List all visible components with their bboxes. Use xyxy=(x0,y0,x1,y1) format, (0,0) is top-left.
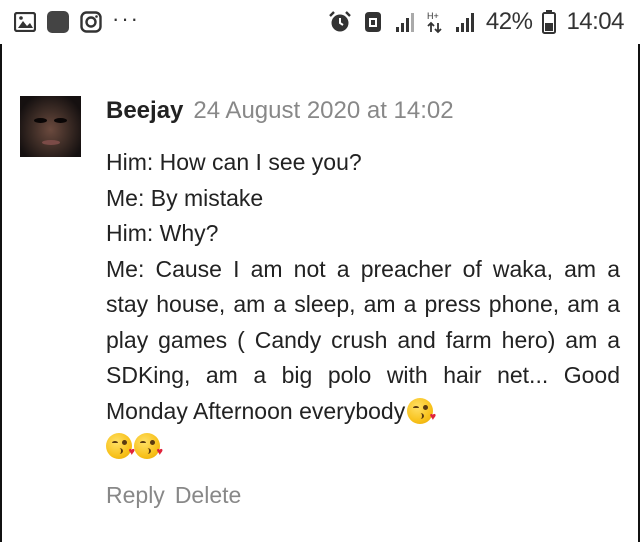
svg-text:H+: H+ xyxy=(427,11,439,21)
avatar-eye-left xyxy=(34,118,47,123)
delete-link[interactable]: Delete xyxy=(175,482,241,509)
comment-line-last: Me: Cause I am not a preacher of waka, a… xyxy=(106,252,620,465)
avatar-mouth xyxy=(42,140,60,145)
reply-link[interactable]: Reply xyxy=(106,482,165,509)
app-square-icon xyxy=(46,10,70,34)
comment-header: Beejay 24 August 2020 at 14:02 xyxy=(106,97,454,125)
kissing-face-with-heart-icon: ♥ xyxy=(407,397,436,424)
comment-author[interactable]: Beejay xyxy=(106,97,183,125)
alarm-icon xyxy=(328,10,352,34)
gallery-icon xyxy=(14,12,36,32)
comment-timestamp[interactable]: 24 August 2020 at 14:02 xyxy=(193,97,453,125)
status-bar: ··· H+ 42% 14:04 xyxy=(0,0,640,44)
instagram-icon xyxy=(80,11,102,33)
kissing-face-with-heart-icon: ♥ xyxy=(134,433,163,459)
status-bar-right: H+ 42% 14:04 xyxy=(328,8,624,36)
comment-line: Me: By mistake xyxy=(106,184,264,211)
signal-bars-icon xyxy=(394,11,416,33)
comment-line-text: Me: Cause I am not a preacher of waka, a… xyxy=(106,255,620,424)
data-arrows-icon: H+ xyxy=(426,10,444,34)
battery-percent: 42% xyxy=(485,8,533,35)
clock: 14:04 xyxy=(566,8,624,35)
overflow-dots: ··· xyxy=(112,6,140,31)
comment-body: Him: How can I see you? Me: By mistake H… xyxy=(106,145,620,465)
avatar[interactable] xyxy=(20,96,81,157)
comment-line: Him: How can I see you? xyxy=(106,149,362,175)
avatar-eye-right xyxy=(54,118,67,123)
comment-line: Him: Why? xyxy=(106,220,219,246)
nfc-icon xyxy=(362,10,384,34)
signal-bars-icon xyxy=(454,11,476,33)
status-bar-left: ··· xyxy=(14,6,140,34)
comment-actions: Reply Delete xyxy=(106,482,241,509)
battery-icon xyxy=(542,10,557,34)
kissing-face-with-heart-icon: ♥ xyxy=(106,433,135,459)
